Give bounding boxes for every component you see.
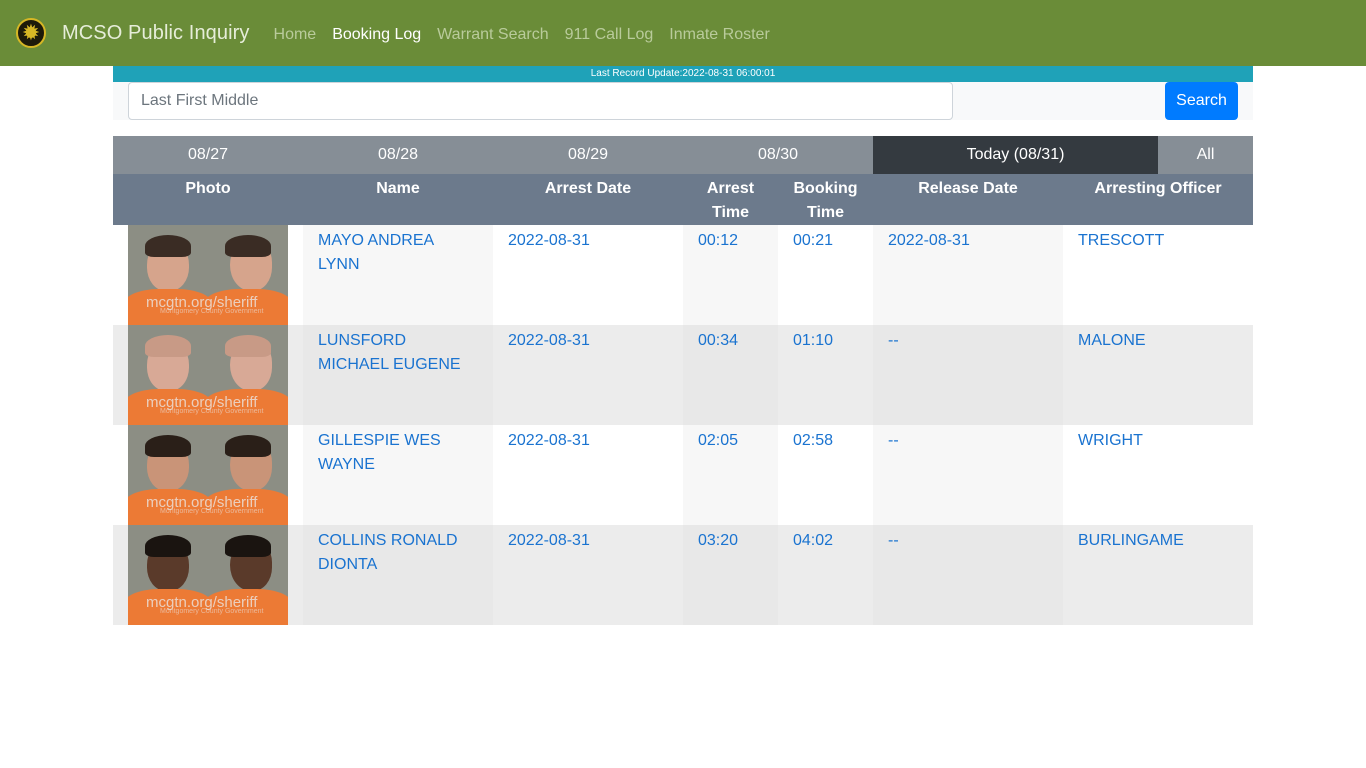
booking-time-cell: 00:21: [778, 225, 873, 325]
officer-cell: BURLINGAME: [1063, 525, 1253, 625]
table-row: mcgtn.org/sheriff Montgomery County Gove…: [113, 425, 1253, 525]
date-tabs: 08/27 08/28 08/29 08/30 Today (08/31) Al…: [113, 136, 1253, 174]
arrest-time-cell: 03:20: [683, 525, 778, 625]
booking-log-table: Photo Name Arrest Date Arrest Time Booki…: [113, 174, 1253, 625]
nav-link-booking-log[interactable]: Booking Log: [332, 22, 421, 44]
inmate-name-link[interactable]: MAYO ANDREA LYNN: [318, 232, 433, 273]
header-name: Name: [303, 174, 493, 225]
mugshot-photo[interactable]: mcgtn.org/sheriff Montgomery County Gove…: [128, 225, 288, 325]
officer-link[interactable]: MALONE: [1078, 332, 1146, 349]
photo-caption: Montgomery County Government: [160, 408, 264, 415]
header-arresting-officer: Arresting Officer: [1063, 174, 1253, 225]
header-arrest-time: Arrest Time: [683, 174, 778, 225]
officer-cell: MALONE: [1063, 325, 1253, 425]
brand-link[interactable]: ✹ MCSO Public Inquiry: [16, 18, 250, 48]
name-cell: MAYO ANDREA LYNN: [303, 225, 493, 325]
mugshot-photo[interactable]: mcgtn.org/sheriff Montgomery County Gove…: [128, 325, 288, 425]
officer-link[interactable]: WRIGHT: [1078, 432, 1143, 449]
officer-cell: WRIGHT: [1063, 425, 1253, 525]
release-date-link[interactable]: 2022-08-31: [888, 232, 970, 249]
nav-link-home[interactable]: Home: [274, 22, 317, 44]
photo-cell: mcgtn.org/sheriff Montgomery County Gove…: [113, 325, 303, 425]
sheriff-badge-icon: ✹: [16, 18, 46, 48]
arrest-date-link[interactable]: 2022-08-31: [508, 432, 590, 449]
arrest-time-link[interactable]: 00:34: [698, 332, 738, 349]
date-tab-0828[interactable]: 08/28: [303, 136, 493, 174]
date-tab-all[interactable]: All: [1158, 136, 1253, 174]
release-date-cell: 2022-08-31: [873, 225, 1063, 325]
date-tab-today[interactable]: Today (08/31): [873, 136, 1158, 174]
nav-link-911-call-log[interactable]: 911 Call Log: [565, 22, 654, 44]
mugshot-photo[interactable]: mcgtn.org/sheriff Montgomery County Gove…: [128, 525, 288, 625]
header-photo: Photo: [113, 174, 303, 225]
inmate-name-link[interactable]: COLLINS RONALD DIONTA: [318, 532, 458, 573]
release-date-cell: --: [873, 525, 1063, 625]
arrest-date-cell: 2022-08-31: [493, 325, 683, 425]
officer-link[interactable]: BURLINGAME: [1078, 532, 1184, 549]
photo-caption: Montgomery County Government: [160, 508, 264, 515]
search-bar: Search: [113, 82, 1253, 120]
name-cell: GILLESPIE WES WAYNE: [303, 425, 493, 525]
arrest-time-cell: 02:05: [683, 425, 778, 525]
inmate-name-link[interactable]: GILLESPIE WES WAYNE: [318, 432, 441, 473]
last-update-banner: Last Record Update:2022-08-31 06:00:01: [113, 66, 1253, 82]
arrest-time-link[interactable]: 03:20: [698, 532, 738, 549]
arrest-date-link[interactable]: 2022-08-31: [508, 232, 590, 249]
arrest-date-cell: 2022-08-31: [493, 225, 683, 325]
header-booking-time: Booking Time: [778, 174, 873, 225]
arrest-time-cell: 00:12: [683, 225, 778, 325]
table-row: mcgtn.org/sheriff Montgomery County Gove…: [113, 525, 1253, 625]
release-date-link[interactable]: --: [888, 332, 899, 349]
booking-time-link[interactable]: 02:58: [793, 432, 833, 449]
inmate-name-link[interactable]: LUNSFORD MICHAEL EUGENE: [318, 332, 461, 373]
arrest-time-link[interactable]: 00:12: [698, 232, 738, 249]
photo-caption: Montgomery County Government: [160, 308, 264, 315]
table-row: mcgtn.org/sheriff Montgomery County Gove…: [113, 325, 1253, 425]
main-container: Last Record Update:2022-08-31 06:00:01 S…: [113, 66, 1253, 625]
arrest-date-cell: 2022-08-31: [493, 425, 683, 525]
nav-links: Home Booking Log Warrant Search 911 Call…: [274, 22, 786, 44]
photo-cell: mcgtn.org/sheriff Montgomery County Gove…: [113, 225, 303, 325]
mugshot-photo[interactable]: mcgtn.org/sheriff Montgomery County Gove…: [128, 425, 288, 525]
arrest-time-link[interactable]: 02:05: [698, 432, 738, 449]
release-date-cell: --: [873, 425, 1063, 525]
nav-link-warrant-search[interactable]: Warrant Search: [437, 22, 548, 44]
booking-time-cell: 01:10: [778, 325, 873, 425]
nav-link-inmate-roster[interactable]: Inmate Roster: [669, 22, 769, 44]
officer-link[interactable]: TRESCOTT: [1078, 232, 1164, 249]
booking-time-link[interactable]: 01:10: [793, 332, 833, 349]
date-tab-0830[interactable]: 08/30: [683, 136, 873, 174]
officer-cell: TRESCOTT: [1063, 225, 1253, 325]
search-button[interactable]: Search: [1165, 82, 1238, 120]
header-arrest-date: Arrest Date: [493, 174, 683, 225]
booking-time-link[interactable]: 00:21: [793, 232, 833, 249]
arrest-time-cell: 00:34: [683, 325, 778, 425]
table-row: mcgtn.org/sheriff Montgomery County Gove…: [113, 225, 1253, 325]
navbar: ✹ MCSO Public Inquiry Home Booking Log W…: [0, 0, 1366, 66]
booking-time-cell: 04:02: [778, 525, 873, 625]
name-cell: LUNSFORD MICHAEL EUGENE: [303, 325, 493, 425]
release-date-link[interactable]: --: [888, 532, 899, 549]
release-date-cell: --: [873, 325, 1063, 425]
header-release-date: Release Date: [873, 174, 1063, 225]
date-tab-0827[interactable]: 08/27: [113, 136, 303, 174]
photo-caption: Montgomery County Government: [160, 608, 264, 615]
table-header-row: Photo Name Arrest Date Arrest Time Booki…: [113, 174, 1253, 225]
photo-cell: mcgtn.org/sheriff Montgomery County Gove…: [113, 425, 303, 525]
arrest-date-link[interactable]: 2022-08-31: [508, 532, 590, 549]
booking-time-cell: 02:58: [778, 425, 873, 525]
release-date-link[interactable]: --: [888, 432, 899, 449]
booking-time-link[interactable]: 04:02: [793, 532, 833, 549]
arrest-date-link[interactable]: 2022-08-31: [508, 332, 590, 349]
arrest-date-cell: 2022-08-31: [493, 525, 683, 625]
photo-cell: mcgtn.org/sheriff Montgomery County Gove…: [113, 525, 303, 625]
brand-title: MCSO Public Inquiry: [62, 21, 250, 44]
name-cell: COLLINS RONALD DIONTA: [303, 525, 493, 625]
name-search-input[interactable]: [128, 82, 953, 120]
date-tab-0829[interactable]: 08/29: [493, 136, 683, 174]
